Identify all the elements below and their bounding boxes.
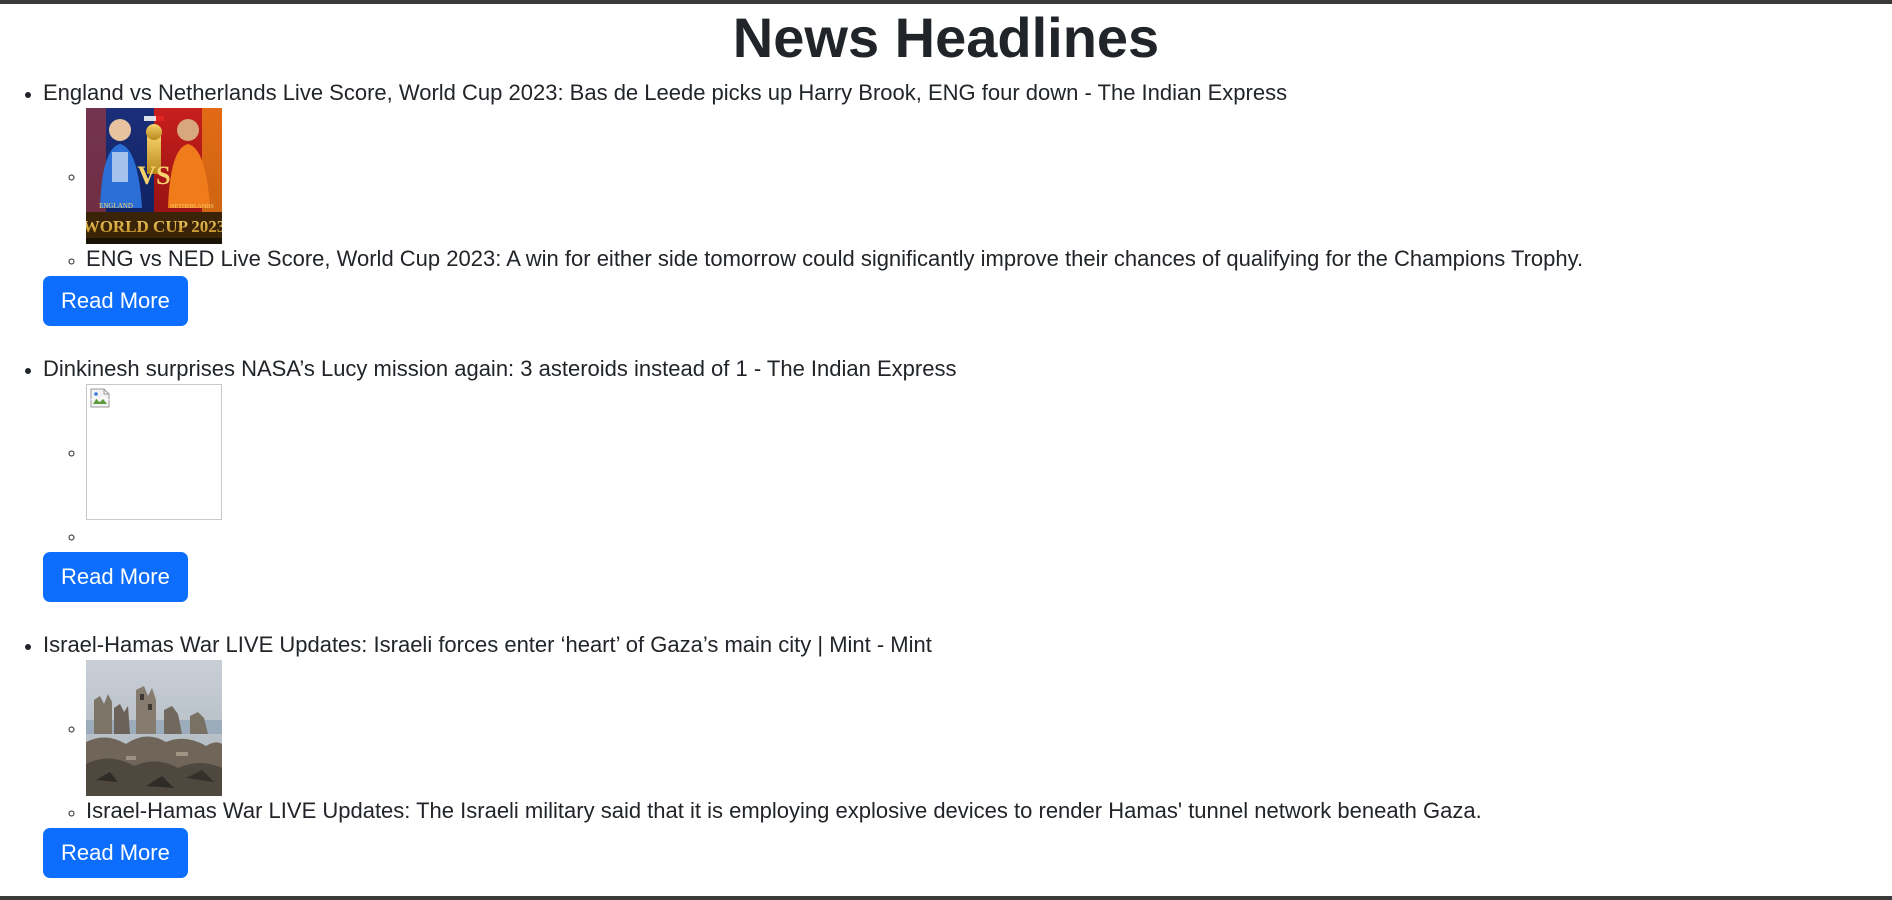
news-headline: Dinkinesh surprises NASA’s Lucy mission … xyxy=(43,356,957,381)
news-image-item: VS ENGLAND NETHERLANDS WORLD CUP 2023 xyxy=(86,108,1892,244)
news-image-item xyxy=(86,660,1892,796)
banner-text: WORLD CUP 2023 xyxy=(86,217,222,236)
broken-image-icon xyxy=(90,388,110,408)
news-thumbnail: VS ENGLAND NETHERLANDS WORLD CUP 2023 xyxy=(86,108,222,244)
news-details: Israel-Hamas War LIVE Updates: The Israe… xyxy=(43,660,1892,826)
news-details: VS ENGLAND NETHERLANDS WORLD CUP 2023 EN… xyxy=(43,108,1892,274)
news-description: ENG vs NED Live Score, World Cup 2023: A… xyxy=(86,246,1584,271)
right-team-text: NETHERLANDS xyxy=(170,204,214,210)
news-image-item xyxy=(86,384,1892,520)
ruined-city-image xyxy=(86,660,222,796)
news-item: England vs Netherlands Live Score, World… xyxy=(43,78,1892,326)
page-title: News Headlines xyxy=(732,6,1160,69)
vs-text: VS xyxy=(137,161,170,190)
news-item: Dinkinesh surprises NASA’s Lucy mission … xyxy=(43,354,1892,602)
news-description-item: ENG vs NED Live Score, World Cup 2023: A… xyxy=(86,244,1892,274)
news-headline: Israel-Hamas War LIVE Updates: Israeli f… xyxy=(43,632,932,657)
read-more-button[interactable]: Read More xyxy=(43,828,188,878)
window-top-border xyxy=(0,0,1892,4)
news-thumbnail xyxy=(86,660,222,796)
read-more-button[interactable]: Read More xyxy=(43,276,188,326)
news-headline: England vs Netherlands Live Score, World… xyxy=(43,80,1288,105)
news-list: England vs Netherlands Live Score, World… xyxy=(0,78,1892,878)
cricket-poster-image: VS ENGLAND NETHERLANDS WORLD CUP 2023 xyxy=(86,108,222,244)
news-item: Israel-Hamas War LIVE Updates: Israeli f… xyxy=(43,630,1892,878)
window-bottom-border xyxy=(0,896,1892,900)
news-description-item xyxy=(86,520,1892,550)
left-team-text: ENGLAND xyxy=(99,202,133,210)
news-thumbnail xyxy=(86,384,222,520)
news-details xyxy=(43,384,1892,550)
read-more-button[interactable]: Read More xyxy=(43,552,188,602)
news-description: Israel-Hamas War LIVE Updates: The Israe… xyxy=(86,798,1482,823)
news-description-item: Israel-Hamas War LIVE Updates: The Israe… xyxy=(86,796,1892,826)
